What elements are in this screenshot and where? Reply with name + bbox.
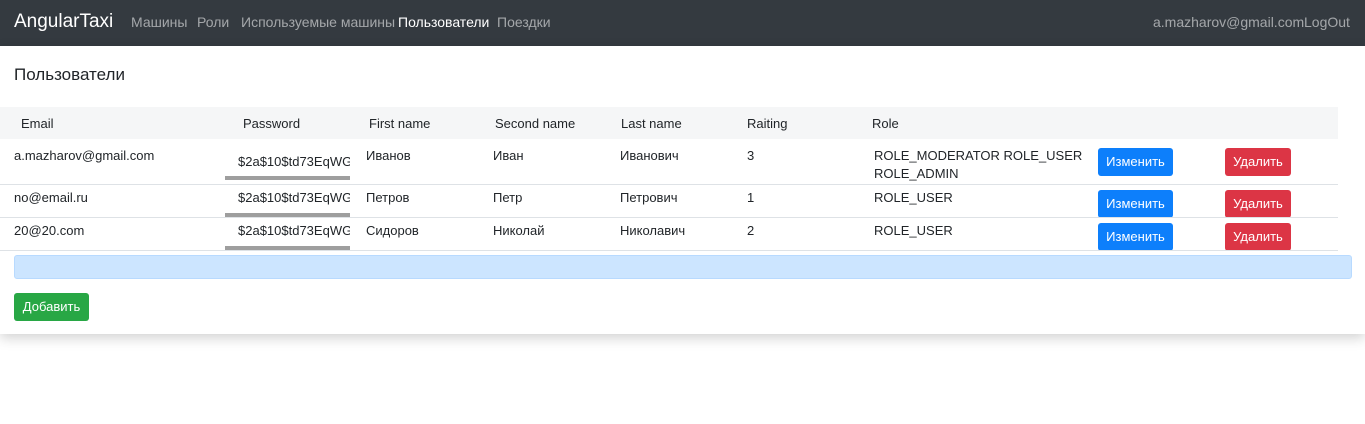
nav-link-cars[interactable]: Машины	[131, 14, 187, 30]
edit-button[interactable]: Изменить	[1098, 148, 1173, 176]
nav-user-email[interactable]: a.mazharov@gmail.com	[1153, 14, 1304, 30]
cell-email: 20@20.com	[14, 223, 85, 238]
cell-role: ROLE_MODERATOR ROLE_USER ROLE_ADMIN	[874, 148, 1083, 181]
cell-first-name: Петров	[366, 190, 410, 205]
info-alert-bar	[14, 255, 1352, 279]
cell-second-name: Николай	[493, 223, 545, 238]
brand-logo[interactable]: AngularTaxi	[14, 10, 113, 34]
header-email: Email	[21, 116, 54, 131]
delete-button[interactable]: Удалить	[1225, 190, 1291, 218]
password-field[interactable]: $2a$10$td73EqWG0	[225, 187, 350, 217]
edit-button[interactable]: Изменить	[1098, 223, 1173, 251]
table-header: Email Password First name Second name La…	[0, 107, 1338, 139]
cell-rating: 2	[747, 223, 755, 238]
cell-role: ROLE_USER	[874, 223, 953, 238]
cell-last-name: Иванович	[620, 148, 679, 163]
password-value: $2a$10$td73EqWG0	[238, 223, 350, 238]
row-divider	[0, 184, 1338, 185]
cell-role: ROLE_USER	[874, 190, 953, 205]
nav-link-used-cars[interactable]: Используемые машины	[241, 14, 395, 30]
page-title: Пользователи	[14, 65, 125, 84]
users-card: Пользователи Email Password First name S…	[0, 46, 1365, 334]
header-second-name: Second name	[495, 116, 576, 131]
nav-logout-link[interactable]: LogOut	[1304, 14, 1350, 30]
cell-last-name: Петрович	[620, 190, 678, 205]
row-divider	[0, 217, 1338, 218]
header-rating: Raiting	[747, 116, 788, 131]
cell-second-name: Петр	[493, 190, 523, 205]
cell-first-name: Иванов	[366, 148, 411, 163]
cell-last-name: Николавич	[620, 223, 686, 238]
horizontal-scrollbar[interactable]	[225, 176, 350, 180]
top-navbar: AngularTaxi Машины Роли Используемые маш…	[0, 0, 1365, 46]
cell-email: a.mazharov@gmail.com	[14, 148, 155, 163]
cell-first-name: Сидоров	[366, 223, 419, 238]
add-user-button[interactable]: Добавить	[14, 293, 89, 321]
cell-second-name: Иван	[493, 148, 524, 163]
nav-link-roles[interactable]: Роли	[197, 14, 229, 30]
cell-email: no@email.ru	[14, 190, 88, 205]
header-password: Password	[243, 116, 301, 131]
cell-rating: 1	[747, 190, 755, 205]
nav-link-trips[interactable]: Поездки	[497, 14, 551, 30]
delete-button[interactable]: Удалить	[1225, 223, 1291, 251]
cell-rating: 3	[747, 148, 755, 163]
password-value: $2a$10$td73EqWG0	[238, 154, 350, 169]
password-field[interactable]: $2a$10$td73EqWG0	[225, 150, 350, 180]
nav-link-users[interactable]: Пользователи	[398, 14, 489, 30]
delete-button[interactable]: Удалить	[1225, 148, 1291, 176]
header-last-name: Last name	[621, 116, 682, 131]
password-field[interactable]: $2a$10$td73EqWG0	[225, 220, 350, 250]
header-first-name: First name	[369, 116, 431, 131]
row-divider	[0, 250, 1338, 251]
edit-button[interactable]: Изменить	[1098, 190, 1173, 218]
password-value: $2a$10$td73EqWG0	[238, 190, 350, 205]
header-role: Role	[872, 116, 899, 131]
